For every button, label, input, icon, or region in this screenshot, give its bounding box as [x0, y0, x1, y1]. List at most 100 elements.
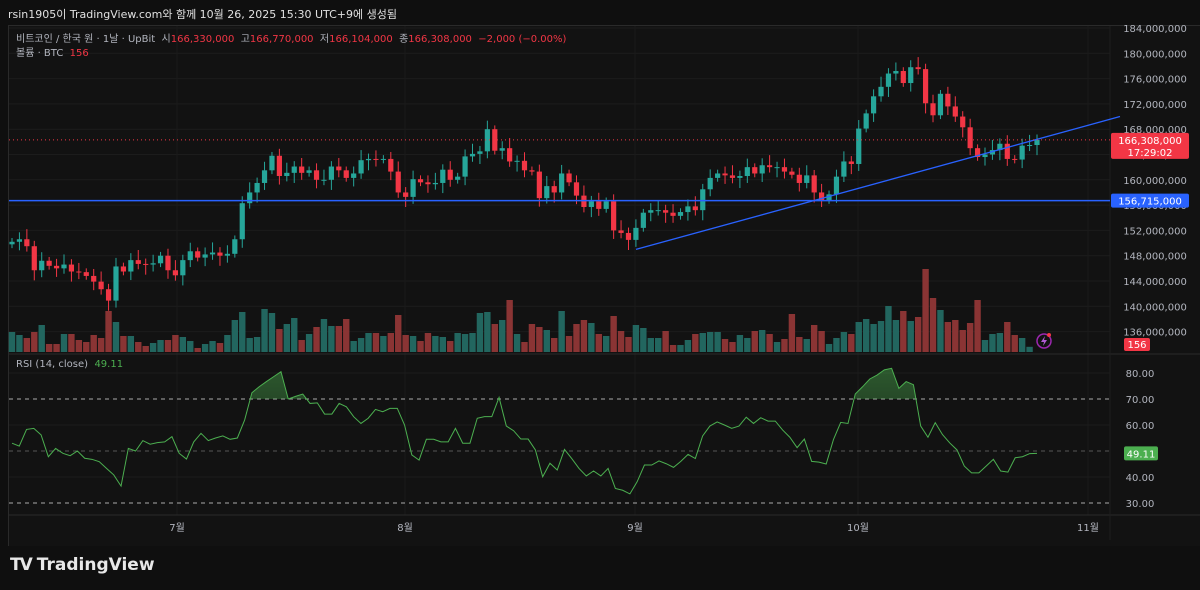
candle-body — [796, 174, 802, 183]
candle-body — [945, 93, 951, 107]
volume-bar — [305, 334, 313, 352]
volume-bar — [736, 335, 744, 352]
volume-bar — [706, 332, 714, 352]
time-tick-label: 8월 — [397, 522, 413, 534]
candle-body — [284, 172, 290, 177]
candle-body — [841, 161, 847, 177]
candle-body — [187, 251, 193, 261]
candle-body — [848, 161, 854, 164]
candle-body — [1034, 139, 1040, 146]
candle-body — [462, 156, 468, 177]
volume-bar — [328, 326, 335, 352]
candle-body — [91, 275, 97, 282]
candle-body — [1012, 158, 1018, 160]
high-label: 고 — [240, 34, 250, 45]
volume-bar — [840, 332, 848, 352]
candle-body — [759, 165, 765, 174]
candle-body — [878, 86, 884, 97]
candle-body — [870, 96, 877, 114]
volume-bar — [996, 333, 1004, 352]
candle-body — [16, 239, 23, 242]
volume-bar — [900, 311, 907, 352]
volume-bar — [291, 318, 298, 352]
candle-body — [588, 201, 594, 207]
lightning-icon[interactable] — [1036, 333, 1052, 349]
volume-bar — [491, 324, 498, 352]
candle-body — [68, 264, 75, 272]
volume-bar — [1026, 346, 1033, 352]
candle-body — [499, 148, 505, 151]
candle-body — [648, 210, 654, 213]
candle-body — [529, 170, 535, 172]
volume-bar — [803, 339, 810, 352]
candle-body — [1019, 145, 1025, 160]
candle-body — [982, 154, 988, 158]
rsi-label[interactable]: RSI (14, close) — [16, 359, 88, 370]
countdown-label: 17:29:02 — [1128, 148, 1173, 159]
volume-label[interactable]: 볼륨 · BTC — [16, 48, 63, 59]
price-axis: 184,000,000 180,000,000 176,000,000 172,000… — [169, 24, 1189, 534]
candle-body — [737, 176, 743, 178]
candle-body — [507, 148, 513, 162]
tradingview-logo[interactable]: TV TradingView — [10, 555, 155, 575]
candle-body — [98, 281, 104, 290]
brand-name: TradingView — [36, 555, 155, 575]
candle-body — [893, 71, 899, 74]
candle-body — [440, 169, 446, 183]
candle-body — [700, 189, 706, 211]
candle-body — [165, 255, 171, 271]
candle-body — [781, 167, 788, 172]
candle-body — [744, 167, 750, 177]
candle-body — [31, 246, 37, 271]
low-value: 166,104,000 — [329, 34, 393, 45]
volume-bar — [588, 323, 595, 352]
candle-body — [633, 227, 639, 240]
candle-body — [551, 186, 557, 193]
volume-bar — [788, 314, 796, 352]
candle-body — [417, 179, 424, 183]
volume-bar — [862, 319, 870, 352]
volume-bar — [83, 342, 90, 352]
volume-bar — [929, 298, 937, 352]
price-tick-label: 184,000,000 — [1123, 24, 1187, 35]
candle-body — [469, 153, 476, 157]
volume-bar — [981, 340, 989, 352]
volume-bar — [818, 331, 825, 352]
candle-body — [143, 263, 149, 265]
volume-bar — [699, 333, 706, 352]
volume-bar — [528, 324, 536, 352]
candle-body — [157, 255, 164, 264]
volume-bar — [253, 337, 261, 352]
candle-body — [455, 176, 461, 180]
volume-bar — [276, 329, 283, 352]
candle-body — [128, 260, 134, 272]
candle-body — [299, 166, 305, 173]
candle-body — [685, 206, 691, 213]
volume-bar — [402, 335, 409, 352]
price-tick-label: 144,000,000 — [1123, 277, 1187, 288]
candle-body — [1026, 145, 1033, 147]
candles — [9, 57, 1040, 311]
volume-bar — [350, 341, 357, 352]
time-tick-label: 9월 — [627, 522, 643, 534]
chart-canvas[interactable]: 80.00 70.00 60.00 40.00 30.00 49.11 184,000,0… — [0, 0, 1200, 590]
volume-bar — [580, 320, 588, 352]
price-tick-label: 152,000,000 — [1123, 226, 1187, 237]
volume-bar — [603, 336, 610, 352]
candle-body — [492, 129, 498, 151]
rsi-value: 49.11 — [94, 359, 124, 370]
volume-bar — [239, 312, 246, 352]
volume-bar — [439, 337, 446, 352]
volume-bar — [877, 321, 885, 352]
candle-body — [596, 201, 602, 209]
volume-bar — [90, 335, 97, 352]
candle-body — [239, 203, 245, 240]
volume-bar — [558, 311, 565, 352]
candle-body — [61, 264, 67, 269]
volume-bar — [744, 338, 751, 352]
candle-body — [811, 175, 817, 193]
volume-bar — [432, 336, 439, 352]
volume-bar — [16, 335, 23, 352]
rsi-tick-label: 70.00 — [1126, 395, 1155, 406]
time-tick-label: 10월 — [847, 522, 869, 534]
